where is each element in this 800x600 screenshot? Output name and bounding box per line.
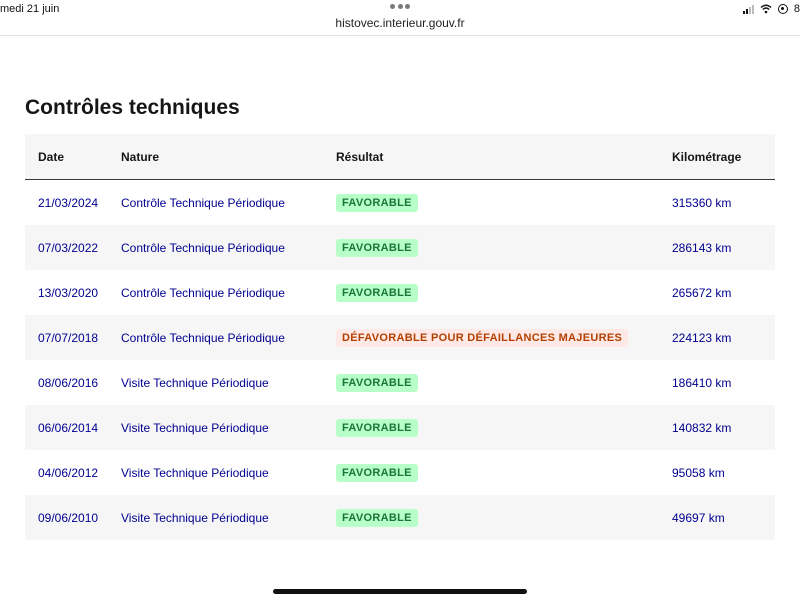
cell-result: FAVORABLE: [336, 283, 672, 302]
header-nature: Nature: [121, 149, 160, 164]
controls-table: Date Nature Résultat Kilométrage 21/03/2…: [25, 134, 775, 540]
signal-icon: [742, 4, 754, 14]
location-icon: [777, 4, 788, 14]
status-indicators: 8: [742, 3, 800, 15]
cell-mileage: 186410 km: [672, 375, 732, 390]
table-row: 07/07/2018 Contrôle Technique Périodique D…: [25, 315, 775, 360]
cell-date: 08/06/2016: [38, 375, 99, 390]
status-time: medi 21 juin: [0, 3, 60, 15]
battery-level: 8: [793, 3, 800, 15]
cell-date: 07/03/2022: [38, 240, 99, 255]
cell-result: FAVORABLE: [336, 418, 672, 437]
cell-nature: Visite Technique Périodique: [121, 420, 269, 435]
cell-nature: Contrôle Technique Périodique: [121, 195, 285, 210]
table-row: 06/06/2014 Visite Technique Périodique FAV…: [25, 405, 775, 450]
cell-mileage: 286143 km: [672, 240, 732, 255]
cell-mileage: 224123 km: [672, 330, 732, 345]
cell-nature: Contrôle Technique Périodique: [121, 240, 285, 255]
result-badge: FAVORABLE: [336, 239, 418, 257]
cell-mileage: 265672 km: [672, 285, 732, 300]
table-row: 21/03/2024 Contrôle Technique Périodique F…: [25, 180, 775, 225]
cell-date: 06/06/2014: [38, 420, 99, 435]
cell-mileage: 315360 km: [672, 195, 732, 210]
table-header: Date Nature Résultat Kilométrage: [25, 134, 775, 180]
more-options-icon[interactable]: [390, 4, 410, 10]
toolbar-divider: [0, 35, 800, 36]
result-badge: FAVORABLE: [336, 464, 418, 482]
cell-nature: Contrôle Technique Périodique: [121, 285, 285, 300]
address-bar[interactable]: histovec.interieur.gouv.fr: [0, 16, 800, 36]
result-badge: FAVORABLE: [336, 284, 418, 302]
cell-result: FAVORABLE: [336, 238, 672, 257]
table-row: 08/06/2016 Visite Technique Périodique FAV…: [25, 360, 775, 405]
cell-nature: Visite Technique Périodique: [121, 510, 269, 525]
cell-result: FAVORABLE: [336, 193, 672, 212]
cell-date: 04/06/2012: [38, 465, 99, 480]
cell-nature: Visite Technique Périodique: [121, 375, 269, 390]
result-badge: FAVORABLE: [336, 509, 418, 527]
cell-date: 21/03/2024: [38, 195, 99, 210]
table-row: 07/03/2022 Contrôle Technique Périodique F…: [25, 225, 775, 270]
cell-mileage: 140832 km: [672, 420, 732, 435]
home-indicator[interactable]: [273, 589, 527, 594]
result-badge: DÉFAVORABLE POUR DÉFAILLANCES MAJEURES: [336, 329, 629, 347]
table-body: 21/03/2024 Contrôle Technique Périodique F…: [25, 180, 775, 540]
cell-result: FAVORABLE: [336, 508, 672, 527]
header-mileage: Kilométrage: [672, 149, 742, 164]
table-row: 04/06/2012 Visite Technique Périodique FAV…: [25, 450, 775, 495]
cell-date: 07/07/2018: [38, 330, 99, 345]
result-badge: FAVORABLE: [336, 374, 418, 392]
cell-date: 09/06/2010: [38, 510, 99, 525]
cell-nature: Contrôle Technique Périodique: [121, 330, 285, 345]
header-date: Date: [38, 149, 65, 164]
page-title: Contrôles techniques: [25, 96, 240, 119]
cell-mileage: 49697 km: [672, 510, 725, 525]
wifi-icon: [760, 4, 772, 14]
cell-result: FAVORABLE: [336, 463, 672, 482]
table-row: 09/06/2010 Visite Technique Périodique FAV…: [25, 495, 775, 540]
cell-mileage: 95058 km: [672, 465, 725, 480]
cell-date: 13/03/2020: [38, 285, 99, 300]
result-badge: FAVORABLE: [336, 419, 418, 437]
cell-result: FAVORABLE: [336, 373, 672, 392]
result-badge: FAVORABLE: [336, 194, 418, 212]
cell-result: DÉFAVORABLE POUR DÉFAILLANCES MAJEURES: [336, 328, 672, 347]
header-result: Résultat: [336, 149, 384, 164]
cell-nature: Visite Technique Périodique: [121, 465, 269, 480]
table-row: 13/03/2020 Contrôle Technique Périodique F…: [25, 270, 775, 315]
url-text: histovec.interieur.gouv.fr: [335, 16, 465, 30]
